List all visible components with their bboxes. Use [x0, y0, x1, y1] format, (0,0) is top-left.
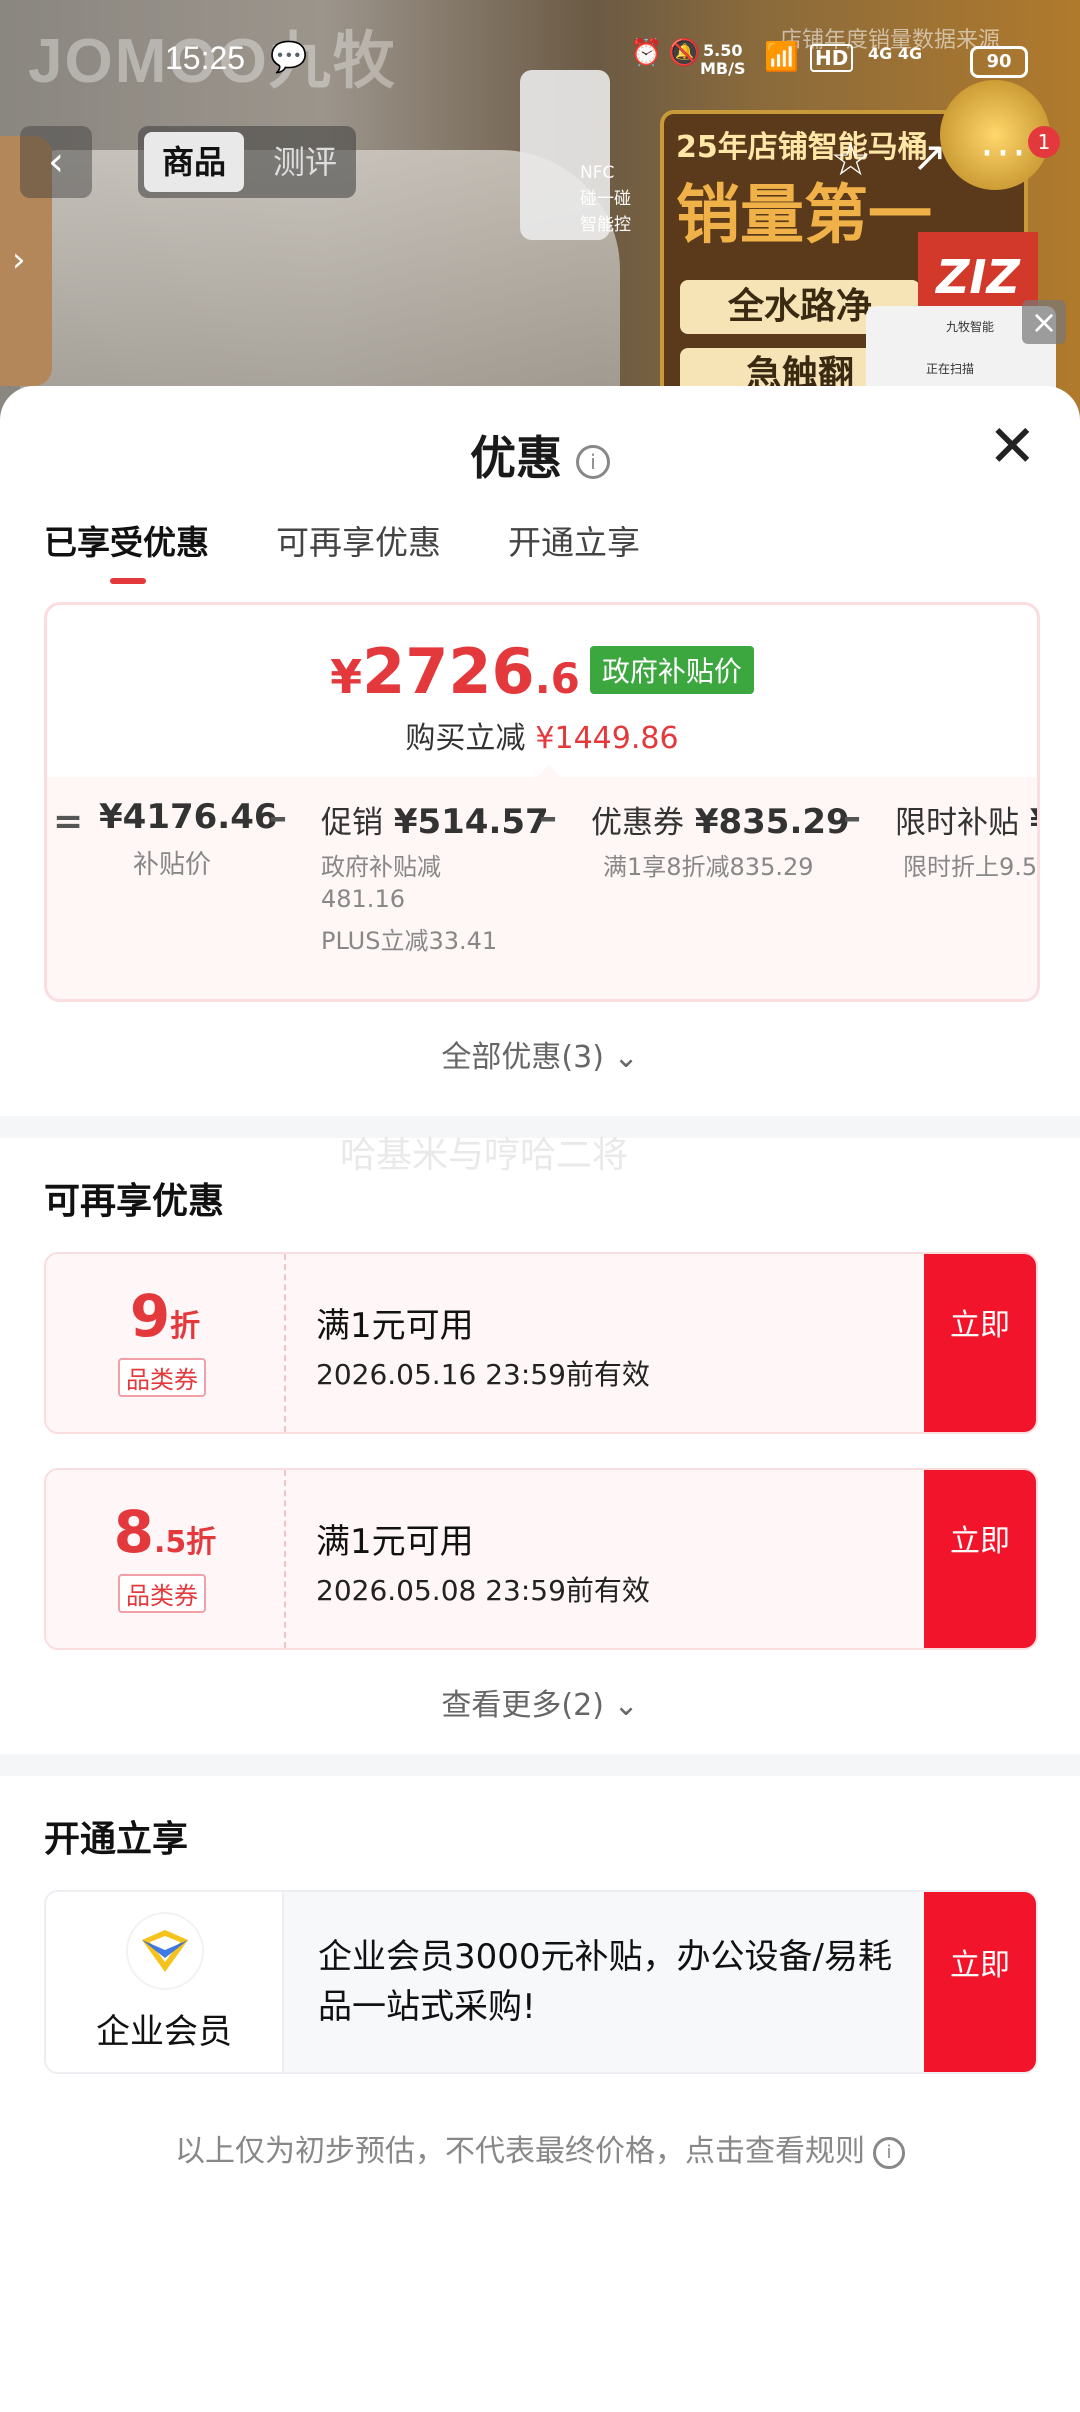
discount-sheet: 优惠 i ✕ 已享受优惠 可再享优惠 开通立享 ¥2726.6 政府补贴价 购买立减… — [0, 386, 1080, 2412]
favorite-star-icon[interactable]: ☆ — [830, 132, 871, 186]
tab-review[interactable]: 测评 — [260, 132, 350, 192]
breakdown-coupon: 优惠券 ¥835.29 — [591, 802, 850, 842]
tab-open-enjoy[interactable]: 开通立享 — [508, 516, 640, 564]
wechat-icon: 💬 — [270, 40, 308, 75]
chevron-down-icon: ⌄ — [613, 1688, 639, 1723]
chevron-down-icon: ⌄ — [613, 1040, 639, 1075]
claim-coupon-button[interactable]: 立即领取 — [924, 1470, 1036, 1648]
enterprise-logo-icon — [128, 1914, 202, 1988]
sheet-tabs: 已享受优惠 可再享优惠 开通立享 — [44, 516, 1044, 586]
gov-subsidy-badge: 政府补贴价 — [589, 646, 754, 694]
chevron-right-icon: › — [12, 240, 26, 280]
battery-icon: 90 — [970, 46, 1028, 78]
enterprise-member-name: 企业会员 — [96, 2012, 232, 2052]
coupon-discount: 9折 — [129, 1282, 201, 1350]
close-icon[interactable]: ✕ — [988, 416, 1037, 476]
all-deals-toggle[interactable]: 全部优惠(3) ⌄ — [0, 1032, 1080, 1076]
back-button[interactable]: ‹ — [20, 126, 92, 198]
see-more-toggle[interactable]: 查看更多(2) ⌄ — [0, 1680, 1080, 1724]
breakdown-limited-subsidy: 限时补贴 ¥ — [895, 802, 1037, 842]
watermark: 哈基米与哼哈二将 — [340, 1135, 629, 1176]
coupon-discount: 8.5折 — [113, 1498, 217, 1566]
floating-close-icon[interactable]: × — [1022, 300, 1066, 344]
final-price: ¥2726.6 政府补贴价 — [47, 635, 1037, 708]
signal-icon: 4G 4G — [868, 44, 923, 63]
coupon-expiry: 2026.05.08 23:59前有效 — [316, 1574, 650, 1607]
reduce-line: 购买立减 ¥1449.86 — [405, 721, 679, 756]
info-icon[interactable]: i — [576, 444, 610, 479]
sheet-title: 优惠 i — [0, 422, 1080, 488]
share-icon[interactable]: ↗ — [912, 132, 947, 181]
open-enjoy-heading: 开通立享 — [44, 1819, 189, 1860]
enjoyed-deals-card: ¥2726.6 政府补贴价 购买立减 ¥1449.86 = ¥4176.46 补贴价… — [44, 602, 1040, 1002]
more-icon[interactable]: ··· — [980, 128, 1028, 179]
tab-active-indicator — [110, 578, 146, 584]
claim-coupon-button[interactable]: 立即领取 — [924, 1254, 1036, 1432]
hd-icon: HD — [810, 44, 854, 72]
coupon-condition: 满1元可用 — [316, 1306, 474, 1346]
enterprise-member-card: 企业会员 企业会员3000元补贴，办公设备/易耗品一站式采购! 立即开通 — [44, 1890, 1038, 2074]
disclaimer[interactable]: 以上仅为初步预估，不代表最终价格，点击查看规则 i — [0, 2126, 1080, 2170]
price-breakdown[interactable]: = ¥4176.46 补贴价 – 促销 ¥514.57 政府补贴减 481.16… — [47, 797, 1037, 999]
coupon-category-tag: 品类券 — [118, 1358, 206, 1397]
tab-more-deals[interactable]: 可再享优惠 — [276, 516, 441, 564]
coupon-card: 8.5折 品类券 满1元可用 2026.05.08 23:59前有效 立即领取 — [44, 1468, 1038, 1650]
segment-control: 商品 测评 — [138, 126, 356, 198]
coupon-card: 9折 品类券 满1元可用 2026.05.16 23:59前有效 立即领取 — [44, 1252, 1038, 1434]
breakdown-subsidy-price: ¥4176.46 — [99, 797, 278, 837]
coupon-expiry: 2026.05.16 23:59前有效 — [316, 1358, 650, 1391]
top-nav: ‹ 商品 测评 ☆ ↗ ··· 1 — [0, 126, 1080, 200]
tab-enjoyed[interactable]: 已享受优惠 — [44, 516, 209, 564]
open-membership-button[interactable]: 立即开通 — [924, 1892, 1036, 2072]
more-deals-heading: 可再享优惠 — [44, 1181, 225, 1222]
info-icon[interactable]: i — [873, 2136, 905, 2169]
alarm-mute-icons: ⏰🔕 — [630, 38, 707, 68]
enterprise-member-desc: 企业会员3000元补贴，办公设备/易耗品一站式采购! — [318, 1937, 892, 2027]
breakdown-promotion: 促销 ¥514.57 — [321, 802, 549, 842]
network-speed: 5.50 MB/S — [700, 41, 746, 78]
coupon-category-tag: 品类券 — [118, 1574, 206, 1613]
coupon-condition: 满1元可用 — [316, 1522, 474, 1562]
status-bar: 15:25 💬 ⏰🔕 5.50 MB/S 📶 HD 4G 4G 90 — [0, 0, 1080, 120]
tab-goods[interactable]: 商品 — [144, 132, 244, 192]
wifi-icon: 📶 — [764, 40, 799, 73]
notification-badge: 1 — [1028, 126, 1060, 158]
status-time: 15:25 — [165, 40, 246, 76]
